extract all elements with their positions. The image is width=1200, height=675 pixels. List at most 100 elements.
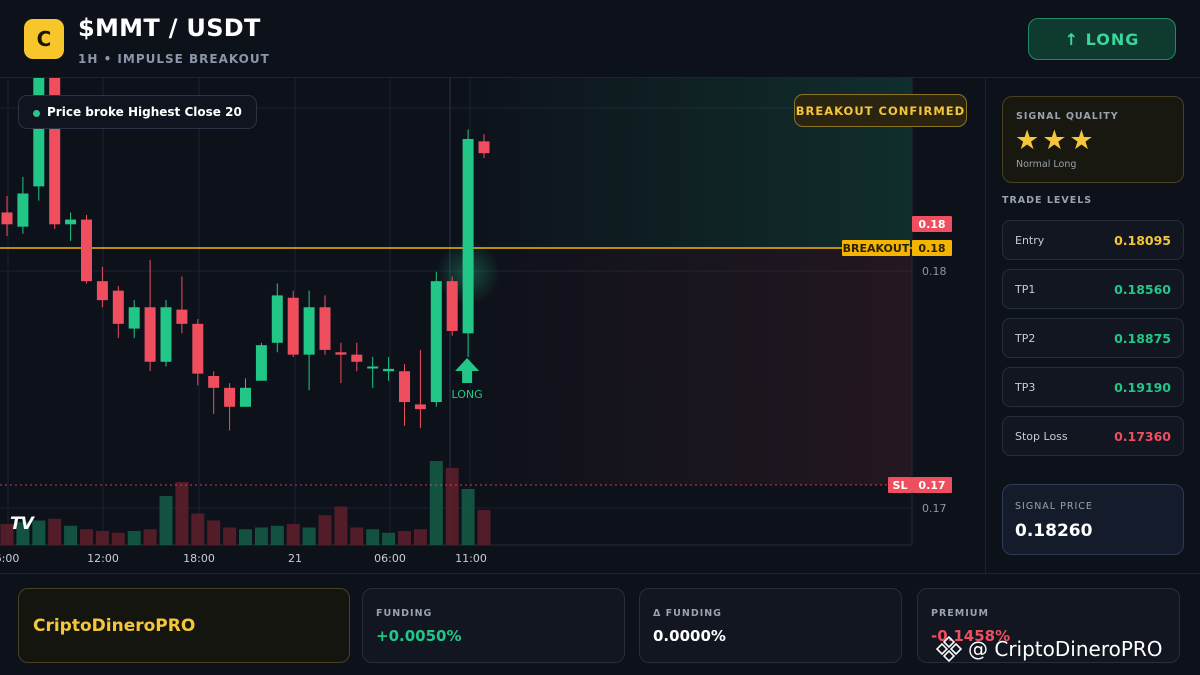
breakout-tag: BREAKOUT (843, 242, 910, 255)
x-tick-label: 18:00 (183, 552, 215, 565)
stat-label: PREMIUM (931, 608, 989, 619)
volume-bar (95, 531, 109, 545)
candle-body (17, 193, 29, 227)
volume-bar (366, 529, 380, 545)
candle-body (192, 323, 204, 374)
level-label: TP1 (1015, 283, 1036, 296)
x-tick-label: 11:00 (455, 552, 487, 565)
candle-body (65, 219, 77, 225)
pair-title: $MMT / USDT (78, 14, 261, 42)
x-tick-label: 6:00 (0, 552, 19, 565)
volume-bar (445, 468, 459, 545)
level-value: 0.18560 (1114, 282, 1171, 297)
level-value: 0.18095 (1114, 233, 1171, 248)
y-tick-label: 0.18 (922, 265, 947, 278)
sl-price-tag: 0.17 (918, 479, 945, 492)
chart-canvas[interactable]: LONGTP10.190.18BREAKOUT0.18SL0.170.180.1… (0, 78, 986, 573)
candle-body (240, 387, 251, 407)
signal-price-value: 0.18260 (1015, 521, 1093, 541)
candle-body (446, 281, 458, 331)
volume-bar (143, 529, 157, 545)
volume-bar (111, 532, 125, 545)
brand-name: CriptoDineroPRO (33, 616, 196, 636)
last-price-tag: 0.18 (918, 218, 945, 231)
x-tick-label: 21 (288, 552, 302, 565)
volume-bar (429, 461, 443, 545)
stat-label: Δ FUNDING (653, 608, 722, 619)
watermark-text: @ CriptoDineroPRO (968, 637, 1163, 661)
level-label: TP3 (1015, 381, 1036, 394)
volume-bar (48, 518, 62, 545)
volume-bar (223, 527, 237, 545)
footer-stats: CriptoDineroPRO FUNDING +0.0050% Δ FUNDI… (0, 573, 1200, 675)
candle-body (335, 352, 347, 355)
volume-bar (239, 529, 252, 545)
tradingview-logo-icon: TV (10, 514, 34, 534)
level-label: Stop Loss (1015, 430, 1068, 443)
star-rating-icon: ★★★ (1015, 125, 1097, 156)
funding-card: FUNDING +0.0050% (362, 588, 625, 663)
app-root: C $MMT / USDT 1H • IMPULSE BREAKOUT ↑ LO… (0, 0, 1200, 675)
candle-body (303, 307, 315, 355)
sl-tag: SL (893, 479, 908, 492)
candle-body (367, 366, 379, 369)
volume-bar (159, 496, 173, 545)
level-label: Entry (1015, 234, 1045, 247)
pair-subtitle: 1H • IMPULSE BREAKOUT (78, 52, 270, 66)
trade-levels-title: TRADE LEVELS (1002, 195, 1093, 206)
breakout-confirmed-badge: BREAKOUT CONFIRMED (794, 94, 967, 127)
volume-bar (207, 520, 221, 545)
level-value: 0.18875 (1114, 331, 1171, 346)
candle-body (255, 345, 267, 381)
y-tick-label: 0.17 (922, 502, 947, 515)
level-stop-loss: Stop Loss 0.17360 (1002, 416, 1184, 456)
volume-bar (270, 525, 284, 545)
volume-bar (350, 527, 364, 545)
volume-bar (318, 515, 332, 545)
volume-bar (302, 527, 316, 545)
level-value: 0.19190 (1114, 380, 1171, 395)
candle-body (430, 281, 442, 403)
level-label: TP2 (1015, 332, 1036, 345)
signal-quality-card: SIGNAL QUALITY ★★★ Normal Long (1002, 96, 1184, 183)
signal-quality-sub: Normal Long (1016, 159, 1077, 170)
header: C $MMT / USDT 1H • IMPULSE BREAKOUT ↑ LO… (0, 0, 1200, 78)
level-value: 0.17360 (1114, 429, 1171, 444)
candle-body (319, 307, 331, 350)
breakout-price-tag: 0.18 (918, 242, 945, 255)
status-dot-icon (33, 110, 40, 117)
stat-label: FUNDING (376, 608, 433, 619)
volume-bar (80, 529, 93, 545)
candle-body (112, 290, 124, 324)
volume-bar (461, 489, 475, 545)
long-button[interactable]: ↑ LONG (1028, 18, 1176, 60)
level-tp2: TP2 0.18875 (1002, 318, 1184, 358)
level-tp1: TP1 0.18560 (1002, 269, 1184, 309)
signal-price-label: SIGNAL PRICE (1015, 501, 1093, 512)
volume-bar (477, 510, 491, 545)
price-chart[interactable]: LONGTP10.190.18BREAKOUT0.18SL0.170.180.1… (0, 78, 986, 573)
candle-body (144, 307, 156, 362)
signal-quality-label: SIGNAL QUALITY (1016, 111, 1119, 122)
volume-bar (175, 482, 189, 545)
candle-body (160, 307, 172, 362)
candle-body (81, 219, 92, 282)
candle-body (208, 375, 220, 388)
volume-bar (286, 524, 300, 545)
volume-bar (64, 525, 78, 545)
candle-body (478, 141, 490, 154)
x-tick-label: 12:00 (87, 552, 119, 565)
volume-bar (254, 527, 268, 545)
volume-bar (127, 531, 141, 545)
candle-body (224, 387, 236, 407)
volume-bar (413, 529, 427, 545)
signal-price-card: SIGNAL PRICE 0.18260 (1002, 484, 1184, 555)
breakout-note-text: Price broke Highest Close 20 (47, 105, 242, 119)
candle-body (96, 281, 108, 301)
candle-body (383, 368, 395, 372)
candle-body (287, 297, 299, 355)
volume-bar (382, 532, 396, 545)
long-label: LONG (452, 388, 483, 401)
volume-bar (32, 520, 46, 545)
x-tick-label: 06:00 (374, 552, 406, 565)
